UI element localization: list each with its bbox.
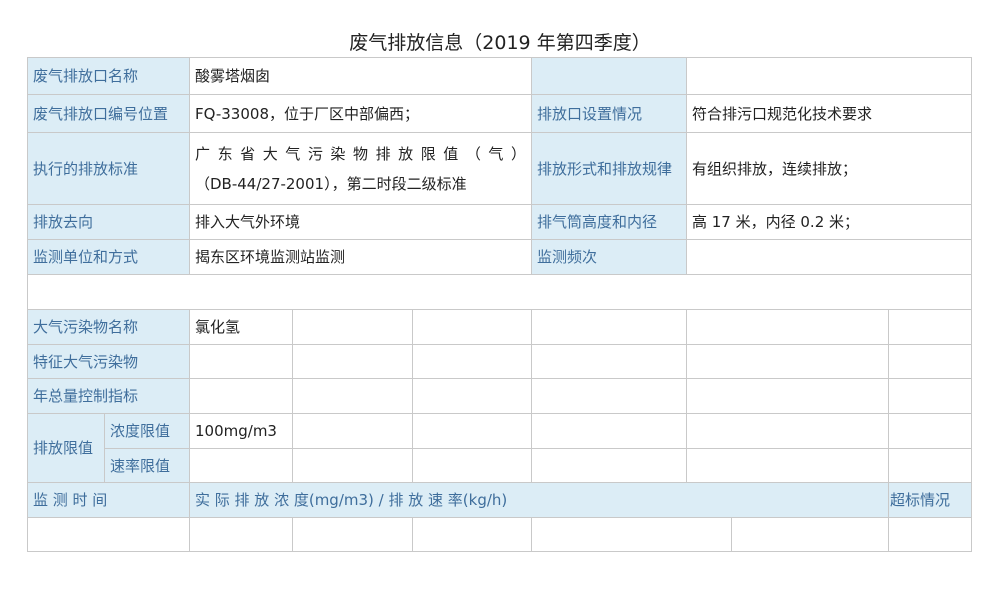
monitor-time-label: 监 测 时 间 xyxy=(27,482,190,518)
outlet-code-value: FQ-33008，位于厂区中部偏西； xyxy=(189,94,532,133)
spacer-row xyxy=(27,274,972,310)
outlet-code-label: 废气排放口编号位置 xyxy=(27,94,190,133)
outlet-setup-value: 符合排污口规范化技术要求 xyxy=(686,94,972,133)
feature-cell xyxy=(888,344,972,379)
emission-limit-label: 排放限值 xyxy=(27,413,105,483)
rate-limit-label: 速率限值 xyxy=(104,448,190,483)
data-cell xyxy=(888,517,972,552)
concentration-limit-value: 100mg/m3 xyxy=(189,413,293,449)
rate-cell xyxy=(888,448,972,483)
standard-value-line1: 广东省大气污染物排放限值（气） xyxy=(195,144,526,163)
empty-value-cell xyxy=(686,57,972,95)
exceed-label: 超标情况 xyxy=(888,482,972,518)
data-cell xyxy=(412,517,532,552)
feature-pollutant-label: 特征大气污染物 xyxy=(27,344,190,379)
data-cell xyxy=(531,517,732,552)
annual-cell xyxy=(189,378,293,414)
annual-cell xyxy=(412,378,532,414)
discharge-form-value: 有组织排放，连续排放； xyxy=(686,132,972,205)
annual-cell xyxy=(531,378,687,414)
concentration-limit-label: 浓度限值 xyxy=(104,413,190,449)
rate-cell xyxy=(292,448,413,483)
pollutant-name-label: 大气污染物名称 xyxy=(27,309,190,345)
outlet-name-label: 废气排放口名称 xyxy=(27,57,190,95)
empty-label-cell xyxy=(531,57,687,95)
standard-value-line2: （DB-44/27-2001），第二时段二级标准 xyxy=(195,174,467,193)
feature-cell xyxy=(292,344,413,379)
data-cell xyxy=(27,517,190,552)
data-cell xyxy=(731,517,889,552)
stack-label: 排气筒高度和内径 xyxy=(531,204,687,240)
conc-cell xyxy=(531,413,687,449)
outlet-setup-label: 排放口设置情况 xyxy=(531,94,687,133)
standard-value: 广东省大气污染物排放限值（气） （DB-44/27-2001），第二时段二级标准 xyxy=(189,132,532,205)
pollutant-cell xyxy=(531,309,687,345)
feature-cell xyxy=(531,344,687,379)
page-title: 废气排放信息（2019 年第四季度） xyxy=(349,32,651,54)
annual-cell xyxy=(888,378,972,414)
monitor-freq-label: 监测频次 xyxy=(531,239,687,275)
data-cell xyxy=(189,517,293,552)
discharge-form-label: 排放形式和排放规律 xyxy=(531,132,687,205)
pollutant-cell xyxy=(412,309,532,345)
actual-emission-label: 实 际 排 放 浓 度(mg/m3) / 排 放 速 率(kg/h) xyxy=(189,482,889,518)
rate-cell xyxy=(189,448,293,483)
annual-cell xyxy=(292,378,413,414)
rate-cell xyxy=(412,448,532,483)
standard-label: 执行的排放标准 xyxy=(27,132,190,205)
conc-cell xyxy=(412,413,532,449)
annual-cell xyxy=(686,378,889,414)
destination-label: 排放去向 xyxy=(27,204,190,240)
conc-cell xyxy=(686,413,889,449)
feature-cell xyxy=(189,344,293,379)
data-cell xyxy=(292,517,413,552)
outlet-name-value: 酸雾塔烟囱 xyxy=(189,57,532,95)
monitor-unit-label: 监测单位和方式 xyxy=(27,239,190,275)
conc-cell xyxy=(292,413,413,449)
feature-cell xyxy=(412,344,532,379)
pollutant-cell xyxy=(292,309,413,345)
destination-value: 排入大气外环境 xyxy=(189,204,532,240)
monitor-unit-value: 揭东区环境监测站监测 xyxy=(189,239,532,275)
monitor-freq-value xyxy=(686,239,972,275)
stack-value: 高 17 米，内径 0.2 米； xyxy=(686,204,972,240)
feature-cell xyxy=(686,344,889,379)
pollutant-name-value: 氯化氢 xyxy=(189,309,293,345)
conc-cell xyxy=(888,413,972,449)
pollutant-cell xyxy=(686,309,889,345)
rate-cell xyxy=(686,448,889,483)
pollutant-cell xyxy=(888,309,972,345)
annual-total-label: 年总量控制指标 xyxy=(27,378,190,414)
rate-cell xyxy=(531,448,687,483)
